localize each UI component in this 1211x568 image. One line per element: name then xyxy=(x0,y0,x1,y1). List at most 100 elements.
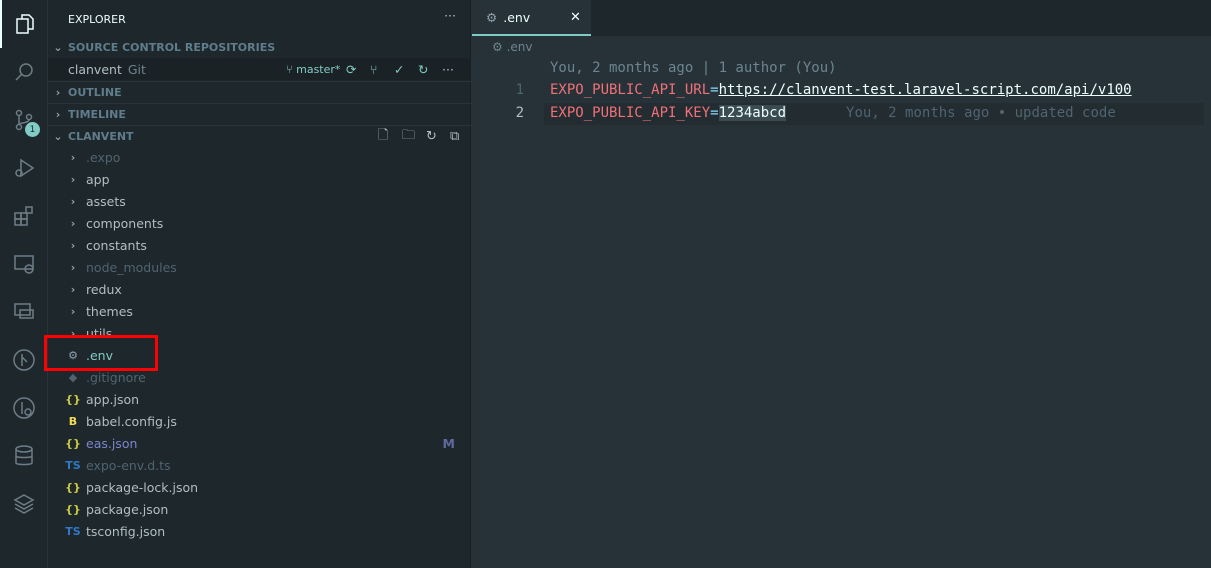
section-source-control[interactable]: ⌄ SOURCE CONTROL REPOSITORIES xyxy=(48,36,471,58)
babel-file-icon: B xyxy=(68,414,78,428)
branch-button[interactable]: ⑂ master* xyxy=(286,63,340,76)
tree-item[interactable]: › constants xyxy=(48,234,471,256)
json-file-icon: {} xyxy=(65,436,81,450)
tree-item[interactable]: TS tsconfig.json xyxy=(48,520,471,542)
env-key: EXPO_PUBLIC_API_KEY xyxy=(550,105,711,121)
breadcrumb-file: .env xyxy=(506,40,533,54)
refresh-icon[interactable]: ↻ xyxy=(418,62,428,77)
chevron-right-icon: › xyxy=(70,172,76,186)
gitlens-icon[interactable] xyxy=(0,384,48,432)
chevron-right-icon: › xyxy=(70,282,76,296)
more-actions-icon[interactable]: ··· xyxy=(444,8,456,23)
chevron-right-icon: › xyxy=(70,194,76,208)
database-icon[interactable] xyxy=(0,432,48,480)
tab-label: .env xyxy=(503,9,531,25)
section-title: OUTLINE xyxy=(68,86,122,99)
tree-item[interactable]: TS expo-env.d.ts xyxy=(48,454,471,476)
activity-bar: 1 xyxy=(0,0,48,568)
tree-item[interactable]: › components xyxy=(48,212,471,234)
repo-more-icon[interactable]: ··· xyxy=(442,62,454,77)
code-line-2: EXPO_PUBLIC_API_KEY=1234abcd You, 2 month… xyxy=(550,105,1116,121)
json-file-icon: {} xyxy=(65,480,81,494)
source-control-badge: 1 xyxy=(25,122,40,137)
tab-env[interactable]: ⚙ .env ✕ xyxy=(472,0,591,36)
explorer-icon[interactable] xyxy=(0,0,48,48)
highlight-box xyxy=(44,335,158,371)
commit-check-icon[interactable]: ✓ xyxy=(394,62,404,77)
env-key: EXPO_PUBLIC_API_URL xyxy=(550,82,711,98)
tree-item[interactable]: › assets xyxy=(48,190,471,212)
branch-icon: ⑂ xyxy=(286,62,293,76)
tree-item-label: app xyxy=(86,171,110,187)
chevron-right-icon: › xyxy=(55,86,61,99)
chevron-right-icon: › xyxy=(70,260,76,274)
json-file-icon: {} xyxy=(65,502,81,516)
section-outline[interactable]: › OUTLINE xyxy=(48,81,471,103)
close-icon[interactable]: ✕ xyxy=(570,10,581,25)
json-file-icon: {} xyxy=(65,392,81,406)
section-clanvent[interactable]: ⌄ CLANVENT 🗋 🗀 ↻ ⧉ xyxy=(48,125,471,147)
section-title: SOURCE CONTROL REPOSITORIES xyxy=(68,40,276,54)
tree-item[interactable]: › app xyxy=(48,168,471,190)
tree-item-label: .gitignore xyxy=(86,369,146,385)
sync-icon[interactable]: ⟳ xyxy=(346,62,356,77)
search-icon[interactable] xyxy=(0,48,48,96)
git-status-badge: M xyxy=(442,435,455,451)
extensions-icon[interactable] xyxy=(0,192,48,240)
repo-name: clanvent xyxy=(68,61,122,77)
tree-item[interactable]: › redux xyxy=(48,278,471,300)
tree-item-label: package-lock.json xyxy=(86,479,199,495)
tree-item[interactable]: › node_modules xyxy=(48,256,471,278)
collapse-all-icon[interactable]: ⧉ xyxy=(450,129,459,144)
code-line-1: EXPO_PUBLIC_API_URL=https://clanvent-tes… xyxy=(550,82,1132,98)
env-value-url[interactable]: https://clanvent-test.laravel-script.com… xyxy=(719,82,1132,98)
branch-compare-icon[interactable]: ⑂ xyxy=(370,62,378,77)
chevron-down-icon: ⌄ xyxy=(53,130,63,143)
new-file-icon[interactable]: 🗋 xyxy=(378,126,388,148)
inline-blame: You, 2 months ago • updated code xyxy=(846,105,1116,121)
repo-row[interactable]: clanvent Git ⑂ master* ⟳ ⑂ ✓ ↻ ··· xyxy=(48,58,471,80)
tree-item[interactable]: Bbabel.config.js xyxy=(48,410,471,432)
tree-item-label: redux xyxy=(86,281,122,297)
explorer-sidebar: EXPLORER ··· ⌄ SOURCE CONTROL REPOSITORIE… xyxy=(44,0,471,568)
tree-item[interactable]: › themes xyxy=(48,300,471,322)
tree-item[interactable]: {} app.json xyxy=(48,388,471,410)
section-timeline[interactable]: › TIMELINE xyxy=(48,103,471,125)
live-share-icon[interactable] xyxy=(0,288,48,336)
chevron-down-icon: ⌄ xyxy=(53,40,63,54)
chevron-right-icon: › xyxy=(70,304,76,318)
refresh-explorer-icon[interactable]: ↻ xyxy=(426,129,437,144)
tree-item-label: tsconfig.json xyxy=(86,523,166,539)
section-title: CLANVENT xyxy=(68,130,134,143)
line-number: 2 xyxy=(515,105,524,121)
gear-icon: ⚙ xyxy=(492,40,503,54)
new-folder-icon[interactable]: 🗀 xyxy=(402,126,415,148)
tree-item[interactable]: {} eas.json M xyxy=(48,432,471,454)
chevron-right-icon: › xyxy=(70,238,76,252)
layers-icon[interactable] xyxy=(0,480,48,528)
section-title: TIMELINE xyxy=(68,108,126,121)
repo-type: Git xyxy=(127,61,146,77)
codelens[interactable]: You, 2 months ago | 1 author (You) xyxy=(550,60,837,76)
ts-file-icon: TS xyxy=(65,458,81,472)
tab-bar: ⚙ .env ✕ xyxy=(472,0,1211,36)
tree-item-label: components xyxy=(86,215,164,231)
tree-item-label: assets xyxy=(86,193,126,209)
env-value-key: 1234abcd xyxy=(718,105,787,121)
tree-item[interactable]: {} package.json xyxy=(48,498,471,520)
chevron-right-icon: › xyxy=(55,108,61,121)
run-debug-icon[interactable] xyxy=(0,144,48,192)
line-number: 1 xyxy=(515,82,524,98)
tree-item-label: app.json xyxy=(86,391,140,407)
tree-item-label: node_modules xyxy=(86,259,177,275)
tree-item[interactable]: {} package-lock.json xyxy=(48,476,471,498)
explorer-title: EXPLORER xyxy=(68,12,126,26)
branch-name: master* xyxy=(296,62,341,76)
breadcrumb[interactable]: ⚙ .env xyxy=(492,40,533,54)
source-control-icon[interactable]: 1 xyxy=(0,96,48,144)
tree-item[interactable]: › .expo xyxy=(48,146,471,168)
remote-explorer-icon[interactable] xyxy=(0,240,48,288)
git-graph-icon[interactable] xyxy=(0,336,48,384)
code-editor[interactable]: ⚙ .env You, 2 months ago | 1 author (You… xyxy=(472,36,1211,568)
tree-item-label: .expo xyxy=(86,149,121,165)
